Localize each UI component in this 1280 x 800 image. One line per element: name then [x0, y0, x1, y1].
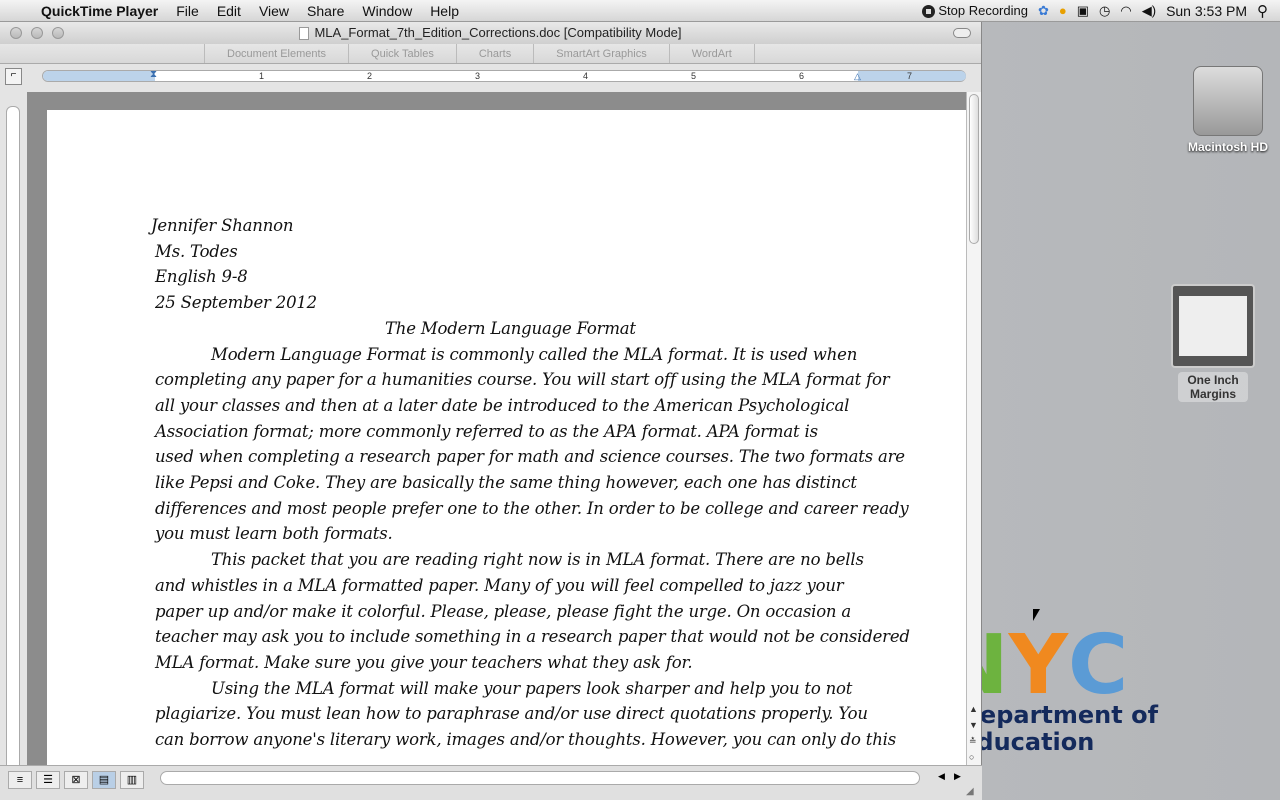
hard-drive-icon: [1193, 66, 1263, 136]
body-line: like Pepsi and Coke. They are basically …: [155, 473, 857, 492]
vertical-scrollbar[interactable]: ▲ ▼ ≛ ○ ≛: [966, 92, 981, 787]
tab-charts[interactable]: Charts: [455, 44, 533, 63]
close-button[interactable]: [10, 27, 22, 39]
menu-view[interactable]: View: [250, 3, 298, 19]
horizontal-ruler[interactable]: ⌐ 1 2 3 4 5 6 7 ⧗ △: [0, 64, 981, 92]
word-window: MLA_Format_7th_Edition_Corrections.doc […: [0, 22, 982, 800]
toolbar-toggle-button[interactable]: [953, 28, 971, 38]
document-title: The Modern Language Format: [385, 318, 636, 338]
body-line: and whistles in a MLA formatted paper. M…: [155, 575, 844, 595]
stop-icon: [922, 5, 936, 19]
menu-share[interactable]: Share: [298, 3, 353, 19]
file-thumbnail-icon: [1171, 284, 1255, 368]
scroll-thumb[interactable]: [969, 94, 979, 244]
elements-gallery: Document Elements Quick Tables Charts Sm…: [0, 44, 981, 64]
body-line: you must learn both formats.: [155, 524, 393, 544]
stop-recording-label: Stop Recording: [938, 2, 1028, 18]
menu-file[interactable]: File: [167, 3, 208, 19]
body-line: MLA format. Make sure you give your teac…: [155, 652, 693, 672]
menu-help[interactable]: Help: [421, 3, 468, 19]
body-line: can borrow anyone's literary work, image…: [155, 730, 896, 749]
body-line: Association format; more commonly referr…: [155, 421, 818, 441]
ruler-number: 2: [367, 71, 373, 81]
draft-view-button[interactable]: ≡: [8, 771, 32, 789]
browse-object-icon[interactable]: ○: [969, 752, 974, 762]
clock[interactable]: Sun 3:53 PM: [1166, 3, 1247, 19]
ruler-number: 3: [475, 71, 481, 81]
one-inch-margins-label: One Inch Margins: [1178, 372, 1248, 402]
ruler-number: 5: [691, 71, 697, 81]
menu-edit[interactable]: Edit: [208, 3, 250, 19]
logo-text-line2: Education: [960, 728, 1095, 756]
outline-view-button[interactable]: ☰: [36, 771, 60, 789]
body-line: plagiarize. You must lean how to paraphr…: [155, 704, 868, 724]
heading-line: 25 September 2012: [155, 293, 317, 313]
body-line: all your classes and then at a later dat…: [155, 395, 850, 415]
logo-letter-y: Y: [1008, 618, 1069, 713]
tab-smartart-graphics[interactable]: SmartArt Graphics: [533, 44, 668, 63]
ruler-number: 1: [259, 71, 265, 81]
tab-selector-button[interactable]: ⌐: [5, 68, 22, 85]
stop-recording-button[interactable]: Stop Recording: [922, 2, 1028, 19]
title-bar[interactable]: MLA_Format_7th_Edition_Corrections.doc […: [0, 22, 981, 44]
menu-app-name[interactable]: QuickTime Player: [32, 3, 167, 19]
document-area: Jennifer Shannon Ms. Todes English 9-8 25 S…: [27, 92, 966, 765]
body-line: This packet that you are reading right n…: [211, 550, 864, 570]
resize-grip-icon[interactable]: ◢: [966, 786, 974, 797]
desktop-icon-macintosh-hd[interactable]: Macintosh HD: [1180, 66, 1276, 154]
body-line: used when completing a research paper fo…: [155, 447, 905, 467]
minimize-button[interactable]: [31, 27, 43, 39]
body-line: differences and most people prefer one t…: [155, 498, 909, 518]
scroll-right-arrow-icon[interactable]: ▶: [954, 771, 961, 782]
tab-quick-tables[interactable]: Quick Tables: [348, 44, 456, 63]
tab-wordart[interactable]: WordArt: [668, 44, 755, 63]
wifi-icon[interactable]: ◠: [1120, 3, 1131, 19]
document-page[interactable]: Jennifer Shannon Ms. Todes English 9-8 25 S…: [47, 110, 966, 765]
previous-page-icon[interactable]: ≛: [969, 736, 977, 747]
scroll-down-arrow-icon[interactable]: ▼: [969, 720, 978, 730]
indent-marker-icon[interactable]: ⧗: [150, 69, 157, 80]
window-title: MLA_Format_7th_Edition_Corrections.doc […: [314, 25, 682, 40]
menu-bar: QuickTime Player File Edit View Share Wi…: [0, 0, 1280, 22]
tab-document-elements[interactable]: Document Elements: [204, 44, 348, 63]
print-layout-view-button[interactable]: ▤: [92, 771, 116, 789]
heading-line: English 9-8: [155, 267, 248, 287]
body-line: Modern Language Format is commonly calle…: [211, 344, 858, 364]
spotlight-search-icon[interactable]: ⚲: [1257, 2, 1268, 20]
zoom-button[interactable]: [52, 27, 64, 39]
macintosh-hd-label: Macintosh HD: [1187, 140, 1268, 154]
ruler-number: 4: [583, 71, 589, 81]
notebook-view-button[interactable]: ▥: [120, 771, 144, 789]
horizontal-scrollbar[interactable]: [160, 771, 920, 785]
dropbox-icon[interactable]: ✿: [1038, 3, 1049, 19]
status-icon[interactable]: ●: [1059, 3, 1067, 18]
display-icon[interactable]: ▣: [1077, 3, 1089, 19]
scroll-left-arrow-icon[interactable]: ◀: [938, 771, 945, 782]
heading-line: Jennifer Shannon: [151, 216, 294, 235]
status-bar: ≡ ☰ ⊠ ▤ ▥ ◀ ▶ ◢: [0, 765, 982, 800]
menu-window[interactable]: Window: [353, 3, 421, 19]
heading-line: Ms. Todes: [155, 241, 238, 261]
volume-icon[interactable]: ◀): [1142, 3, 1156, 19]
body-line: Using the MLA format will make your pape…: [211, 678, 853, 698]
vertical-ruler[interactable]: [6, 106, 20, 776]
document-icon: [299, 27, 310, 41]
body-line: paper up and/or make it colorful. Please…: [155, 601, 852, 621]
body-line: completing any paper for a humanities co…: [155, 370, 890, 390]
ruler-number: 6: [799, 71, 805, 81]
desktop-icon-one-inch-margins[interactable]: One Inch Margins: [1168, 284, 1258, 402]
body-line: teacher may ask you to include something…: [155, 627, 910, 647]
right-indent-marker-icon[interactable]: △: [854, 71, 861, 82]
ruler-number: 7: [907, 71, 913, 81]
logo-text-line1: Department of: [960, 701, 1159, 729]
logo-letter-c: C: [1068, 618, 1129, 713]
time-machine-icon[interactable]: ◷: [1099, 3, 1110, 19]
mouse-cursor-icon: [1033, 609, 1040, 621]
publishing-layout-view-button[interactable]: ⊠: [64, 771, 88, 789]
scroll-up-arrow-icon[interactable]: ▲: [969, 704, 978, 714]
